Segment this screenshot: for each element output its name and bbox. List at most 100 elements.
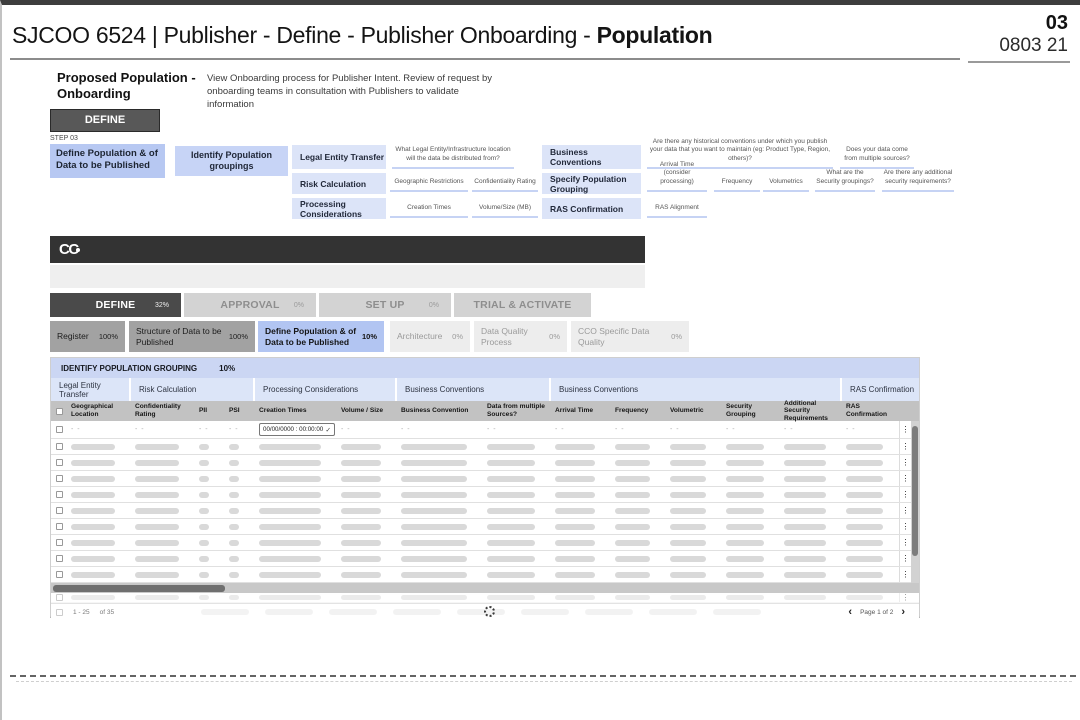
- row-menu-kebab-icon[interactable]: ⋮: [899, 567, 911, 582]
- subtab-register[interactable]: Register 100%: [50, 321, 125, 352]
- row-checkbox[interactable]: [56, 491, 63, 498]
- table-cell: [225, 444, 255, 450]
- table-cell: [337, 460, 397, 466]
- table-cell: [195, 444, 225, 450]
- row-checkbox[interactable]: [56, 523, 63, 530]
- placeholder-pill: [341, 508, 381, 514]
- table-cell: [397, 476, 483, 482]
- table-cell: [722, 595, 780, 600]
- section-description: View Onboarding process for Publisher In…: [207, 73, 507, 111]
- define-button[interactable]: DEFINE: [50, 109, 160, 132]
- rows-range: 1 - 25: [73, 609, 90, 616]
- table-cell: [67, 508, 131, 514]
- subtab-structure-of-data-percent: 100%: [229, 332, 248, 341]
- table-cell: [666, 556, 722, 562]
- vertical-scrollbar[interactable]: [911, 421, 919, 583]
- cell-placeholder: - -: [135, 426, 145, 433]
- placeholder-pill: [265, 609, 313, 615]
- row-checkbox[interactable]: [56, 539, 63, 546]
- placeholder-pill: [259, 595, 321, 600]
- table-cell: [195, 572, 225, 578]
- row-menu-kebab-icon[interactable]: ⋮: [899, 503, 911, 518]
- col-header-psi: PSI: [225, 401, 255, 421]
- col-header-pii: PII: [195, 401, 225, 421]
- subtab-define-population[interactable]: Define Population & of Data to be Publis…: [258, 321, 384, 352]
- subtab-structure-of-data[interactable]: Structure of Data to be Published 100%: [129, 321, 255, 352]
- row-menu-kebab-icon[interactable]: ⋮: [899, 439, 911, 454]
- table-cell: [722, 444, 780, 450]
- col-header-confidentiality-rating: Confidentiality Rating: [131, 401, 195, 421]
- table-cell: [611, 476, 666, 482]
- prev-page-icon[interactable]: ‹: [848, 607, 852, 618]
- table-cell: - -: [611, 426, 666, 433]
- row-menu-kebab-icon[interactable]: ⋮: [899, 455, 911, 470]
- placeholder-pill: [713, 609, 761, 615]
- placeholder-pill: [555, 492, 595, 498]
- placeholder-pill: [726, 556, 764, 562]
- placeholder-pill: [784, 460, 826, 466]
- col-header-volume-size: Volume / Size: [337, 401, 397, 421]
- placeholder-pill: [615, 508, 650, 514]
- cc-logo: CC: [59, 241, 78, 258]
- table-cell: [842, 476, 899, 482]
- placeholder-pill: [487, 492, 535, 498]
- tab-setup[interactable]: SET UP 0%: [319, 293, 451, 317]
- placeholder-pill: [726, 595, 764, 600]
- row-checkbox[interactable]: [56, 459, 63, 466]
- placeholder-pill: [670, 460, 706, 466]
- question-volumetrics: Volumetrics: [763, 175, 809, 192]
- row-menu-kebab-icon[interactable]: ⋮: [899, 593, 911, 602]
- placeholder-pill: [726, 460, 764, 466]
- question-ras-alignment: RAS Alignment: [647, 201, 707, 218]
- tab-approval[interactable]: APPROVAL 0%: [184, 293, 316, 317]
- placeholder-pill: [615, 444, 650, 450]
- row-checkbox[interactable]: [56, 555, 63, 562]
- subtab-architecture-percent: 0%: [452, 332, 463, 341]
- table-cell: [255, 508, 337, 514]
- subtab-define-population-label: Define Population & of Data to be Publis…: [265, 326, 358, 346]
- flow-box-business-conventions: Business Conventions: [542, 145, 641, 169]
- datetime-dropdown[interactable]: 00/00/0000 : 00:00:00 ✓: [259, 423, 335, 436]
- select-all-checkbox[interactable]: [56, 408, 63, 415]
- table-cell: [255, 492, 337, 498]
- subtab-data-quality-process[interactable]: Data Quality Process 0%: [474, 321, 567, 352]
- row-checkbox[interactable]: [56, 594, 63, 601]
- placeholder-pill: [846, 508, 883, 514]
- subtab-cco-specific-data-quality[interactable]: CCO Specific Data Quality 0%: [571, 321, 689, 352]
- row-checkbox[interactable]: [56, 571, 63, 578]
- page-title-emphasis: Population: [597, 22, 713, 48]
- group-header-risk-calculation: Risk Calculation: [131, 378, 255, 401]
- row-menu-kebab-icon[interactable]: ⋮: [899, 551, 911, 566]
- row-checkbox[interactable]: [56, 426, 63, 433]
- row-checkbox[interactable]: [56, 443, 63, 450]
- row-checkbox[interactable]: [56, 507, 63, 514]
- data-grid: IDENTIFY POPULATION GROUPING 10% Legal E…: [50, 357, 920, 618]
- row-menu-kebab-icon[interactable]: ⋮: [899, 421, 911, 438]
- vertical-scrollbar-thumb[interactable]: [912, 426, 918, 556]
- tab-trial-activate[interactable]: TRIAL & ACTIVATE: [454, 293, 591, 317]
- tab-define[interactable]: DEFINE 32%: [50, 293, 181, 317]
- table-cell: [67, 444, 131, 450]
- table-cell: - -: [483, 426, 551, 433]
- step-label: STEP 03: [50, 135, 78, 142]
- cell-placeholder: - -: [487, 426, 497, 433]
- col-header-additional-security: Additional Security Requirements: [780, 401, 842, 421]
- row-menu-kebab-icon[interactable]: ⋮: [899, 471, 911, 486]
- group-header-processing-considerations: Processing Considerations: [255, 378, 397, 401]
- row-menu-kebab-icon[interactable]: ⋮: [899, 519, 911, 534]
- horizontal-scrollbar-thumb[interactable]: [53, 585, 225, 592]
- table-cell: [722, 540, 780, 546]
- horizontal-scrollbar[interactable]: [51, 583, 919, 593]
- question-volume-size: Volume/Size (MB): [472, 201, 538, 218]
- next-page-icon[interactable]: ›: [901, 607, 905, 618]
- table-cell: [131, 540, 195, 546]
- flow-box-legal-entity-transfer: Legal Entity Transfer: [292, 145, 386, 169]
- subtab-architecture[interactable]: Architecture 0%: [390, 321, 470, 352]
- flow-box-ras-confirmation: RAS Confirmation: [542, 198, 641, 219]
- row-checkbox[interactable]: [56, 475, 63, 482]
- placeholder-pill: [341, 595, 381, 600]
- row-menu-kebab-icon[interactable]: ⋮: [899, 487, 911, 502]
- row-menu-kebab-icon[interactable]: ⋮: [899, 535, 911, 550]
- placeholder-pill: [401, 572, 467, 578]
- placeholder-pill: [615, 524, 650, 530]
